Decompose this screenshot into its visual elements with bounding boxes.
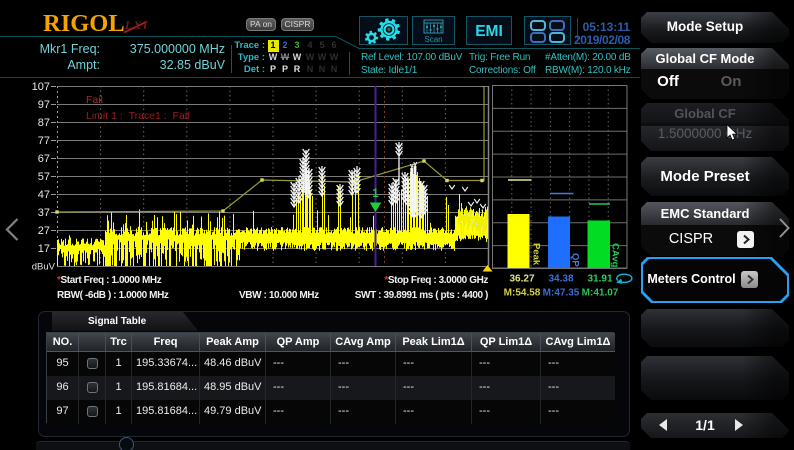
svg-text:37: 37 [38, 207, 50, 219]
svg-text:107: 107 [32, 81, 50, 93]
svg-text:M:54.58: M:54.58 [504, 288, 541, 299]
svg-text:17: 17 [38, 243, 50, 255]
svg-text:Fail: Fail [86, 94, 103, 106]
svg-text:Peak: Peak [531, 243, 542, 266]
svg-text:77: 77 [38, 135, 50, 147]
svg-text:87: 87 [38, 117, 50, 129]
svg-text:M:41.07: M:41.07 [582, 288, 619, 299]
svg-text:97: 97 [38, 99, 50, 111]
svg-text:31.91: 31.91 [587, 274, 612, 285]
svg-text:M:47.35: M:47.35 [543, 288, 580, 299]
svg-text:34.38: 34.38 [548, 274, 573, 285]
svg-text:Limit 1 : Trace1 : Fail: Limit 1 : Trace1 : Fail [86, 110, 189, 122]
svg-text:dBuV: dBuV [32, 262, 56, 273]
svg-text:QP: QP [570, 253, 581, 267]
svg-text:27: 27 [38, 225, 50, 237]
svg-text:57: 57 [38, 171, 50, 183]
svg-text:67: 67 [38, 153, 50, 165]
svg-text:CAvg: CAvg [610, 243, 621, 268]
svg-text:36.27: 36.27 [509, 274, 534, 285]
svg-text:1: 1 [372, 188, 379, 200]
svg-text:47: 47 [38, 189, 50, 201]
